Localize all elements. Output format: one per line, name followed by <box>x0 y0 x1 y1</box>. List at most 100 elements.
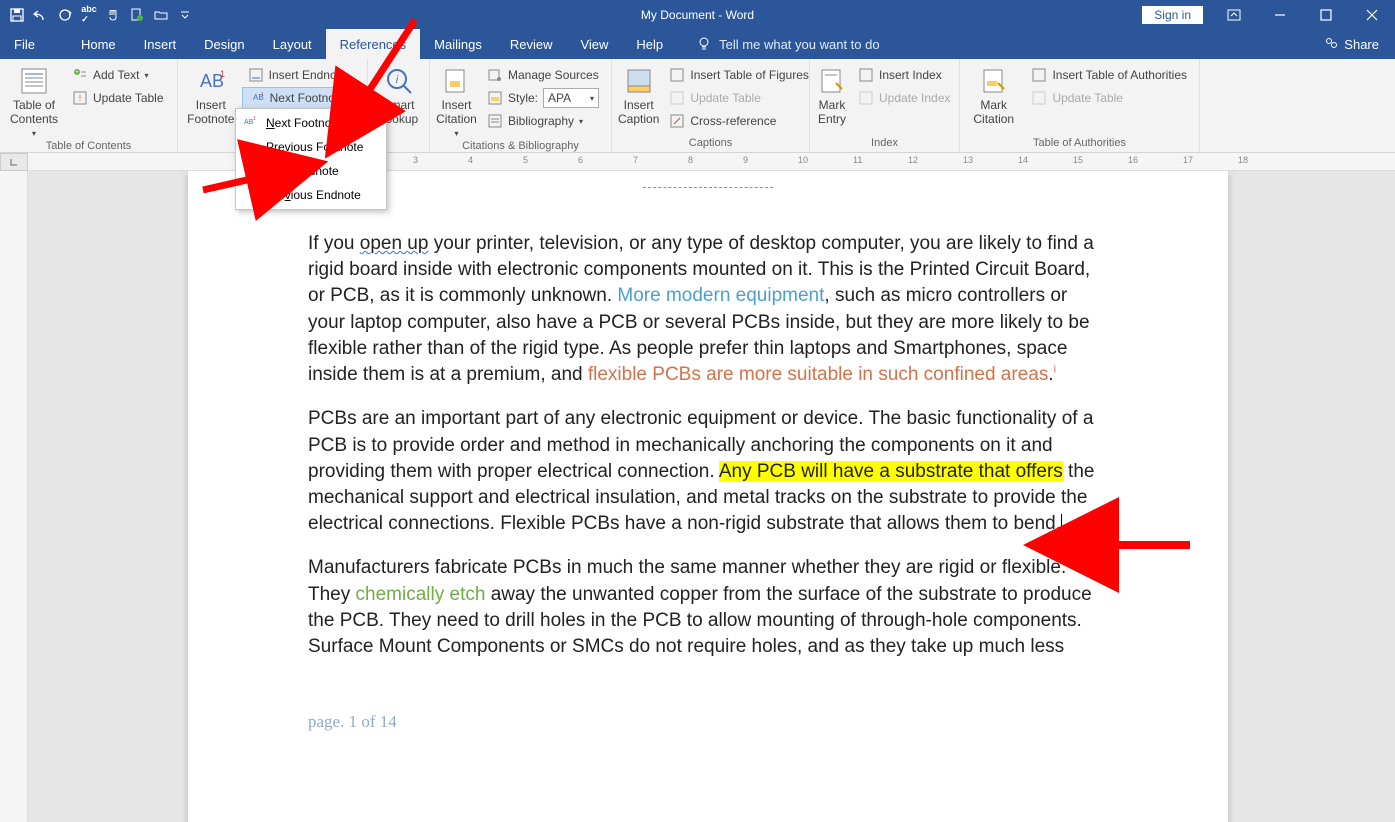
hyperlink-3[interactable]: chemically etch <box>356 584 486 605</box>
spellcheck-icon[interactable]: abc✓ <box>78 4 100 26</box>
tab-insert[interactable]: Insert <box>130 29 191 59</box>
share-icon <box>1324 36 1338 53</box>
window-title: My Document - Word <box>641 8 754 22</box>
toc-icon <box>18 65 50 97</box>
bibliography-button[interactable]: Bibliography ▾ <box>481 110 605 132</box>
insert-citation-button[interactable]: Insert Citation ▾ <box>436 61 477 138</box>
cross-reference-button[interactable]: Cross-reference <box>663 110 815 132</box>
insert-tof-button[interactable]: Insert Table of Figures <box>663 64 815 86</box>
manage-sources-icon <box>487 67 503 83</box>
manage-sources-button[interactable]: Manage Sources <box>481 64 605 86</box>
update-captions-button: Update Table <box>663 87 815 109</box>
toa-icon <box>1031 67 1047 83</box>
menu-bar: File Home Insert Design Layout Reference… <box>0 29 1395 59</box>
page-number-footer: page. 1 of 14 <box>308 710 1108 733</box>
captions-group-label: Captions <box>618 135 803 152</box>
title-bar: abc✓ My Document - Word Sign in <box>0 0 1395 29</box>
insert-toa-button[interactable]: Insert Table of Authorities <box>1025 64 1193 86</box>
document-area[interactable]: If you open up your printer, television,… <box>28 171 1395 822</box>
endnote-icon <box>248 67 264 83</box>
svg-text:1: 1 <box>261 92 264 98</box>
document-body[interactable]: If you open up your printer, television,… <box>308 231 1108 734</box>
dd-previous-footnote[interactable]: Previous Footnote <box>236 135 386 159</box>
citation-style-select[interactable]: Style: APA▾ <box>481 87 605 109</box>
tab-design[interactable]: Design <box>190 29 258 59</box>
folder-icon[interactable] <box>150 4 172 26</box>
update-icon <box>669 90 685 106</box>
svg-text:i: i <box>395 74 398 86</box>
tell-me-search[interactable]: Tell me what you want to do <box>697 29 879 59</box>
tab-home[interactable]: Home <box>67 29 130 59</box>
crossref-icon <box>669 113 685 129</box>
share-button[interactable]: Share <box>1308 29 1395 59</box>
update-toa-button: Update Table <box>1025 87 1193 109</box>
tab-file[interactable]: File <box>0 29 49 59</box>
add-text-icon: + <box>72 67 88 83</box>
undo-icon[interactable] <box>30 4 52 26</box>
chevron-down-icon: ▾ <box>32 129 36 138</box>
horizontal-ruler[interactable]: 123456789101112131415161718 <box>28 153 1395 171</box>
svg-text:1: 1 <box>253 116 256 122</box>
mark-entry-icon <box>816 65 848 97</box>
spellcheck-wavy[interactable]: open up <box>360 233 429 254</box>
dd-previous-endnote[interactable]: Previous Endnote <box>236 183 386 207</box>
update-icon: ! <box>72 90 88 106</box>
tab-mailings[interactable]: Mailings <box>420 29 496 59</box>
dd-next-footnote[interactable]: AB1 Next Footnote <box>236 111 386 135</box>
tof-icon <box>669 67 685 83</box>
update-toc-button[interactable]: !Update Table <box>66 87 170 109</box>
tab-references[interactable]: References <box>326 29 420 59</box>
mark-entry-button[interactable]: Mark Entry <box>816 61 848 127</box>
tab-review[interactable]: Review <box>496 29 567 59</box>
signin-button[interactable]: Sign in <box>1142 6 1203 24</box>
share-label: Share <box>1344 37 1379 52</box>
style-icon <box>487 90 503 106</box>
hyperlink-1[interactable]: More modern equipment <box>617 285 824 306</box>
minimize-icon[interactable] <box>1257 0 1303 29</box>
ribbon-options-icon[interactable] <box>1211 0 1257 29</box>
tab-view[interactable]: View <box>566 29 622 59</box>
next-footnote-icon: AB1 <box>242 115 258 131</box>
paragraph-3[interactable]: Manufacturers fabricate PCBs in much the… <box>308 555 1108 660</box>
paragraph-1[interactable]: If you open up your printer, television,… <box>308 231 1108 388</box>
dd-next-endnote[interactable]: Next Endnote <box>236 159 386 183</box>
mark-citation-button[interactable]: Mark Citation <box>966 61 1021 127</box>
index-group-label: Index <box>816 135 953 152</box>
endnote-ref[interactable]: i <box>1054 364 1056 376</box>
index-icon <box>858 67 874 83</box>
tab-layout[interactable]: Layout <box>259 29 326 59</box>
maximize-icon[interactable] <box>1303 0 1349 29</box>
svg-text:!: ! <box>79 93 82 103</box>
toc-button[interactable]: Table of Contents ▾ <box>6 61 62 138</box>
svg-text:+: + <box>75 70 79 76</box>
highlighted-text[interactable]: Any PCB will have a substrate that offer… <box>719 461 1063 482</box>
hyperlink-2[interactable]: flexible PCBs are more suitable in such … <box>588 364 1048 385</box>
footnote-icon: AB1 <box>195 65 227 97</box>
qat-customize-icon[interactable] <box>174 4 196 26</box>
style-dropdown[interactable]: APA▾ <box>543 88 599 108</box>
add-text-button[interactable]: +Add Text ▾ <box>66 64 170 86</box>
hand-icon[interactable] <box>102 4 124 26</box>
page: If you open up your printer, television,… <box>188 171 1228 822</box>
insert-caption-button[interactable]: Insert Caption <box>618 61 659 127</box>
update-index-button: Update Index <box>852 87 956 109</box>
next-footnote-dropdown: AB1 Next Footnote Previous Footnote Next… <box>235 108 387 210</box>
text-cursor <box>1061 514 1062 534</box>
insert-index-button[interactable]: Insert Index <box>852 64 956 86</box>
close-icon[interactable] <box>1349 0 1395 29</box>
insert-footnote-button[interactable]: AB1 Insert Footnote <box>184 61 238 127</box>
paragraph-2[interactable]: PCBs are an important part of any electr… <box>308 406 1108 537</box>
update-icon <box>1031 90 1047 106</box>
tab-help[interactable]: Help <box>622 29 677 59</box>
vertical-ruler[interactable] <box>0 171 28 822</box>
redo-icon[interactable] <box>54 4 76 26</box>
bibliography-icon <box>487 113 503 129</box>
save-icon[interactable] <box>6 4 28 26</box>
section-break-marker <box>643 187 773 188</box>
tab-selector[interactable] <box>0 153 28 171</box>
new-doc-icon[interactable] <box>126 4 148 26</box>
insert-endnote-button[interactable]: Insert Endnote <box>242 64 361 86</box>
next-footnote-button[interactable]: AB1Next Footnote ▾ <box>242 87 361 109</box>
ribbon: Table of Contents ▾ +Add Text ▾ !Update … <box>0 59 1395 153</box>
toa-group-label: Table of Authorities <box>966 135 1193 152</box>
